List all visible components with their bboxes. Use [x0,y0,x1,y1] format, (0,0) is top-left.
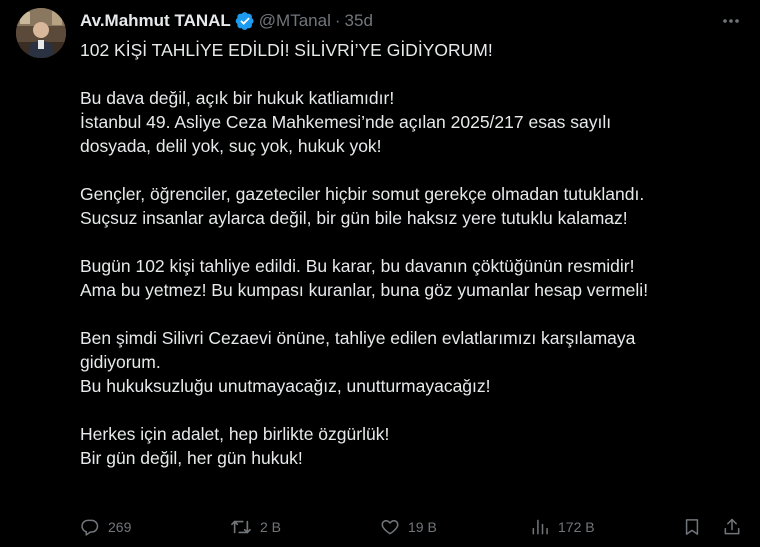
paragraph: Ben şimdi Silivri Cezaevi önüne, tahliye… [80,326,748,398]
paragraph: 102 KİŞİ TAHLİYE EDİLDİ! SİLİVRİ’YE GİDİ… [80,38,748,62]
text-line: 102 KİŞİ TAHLİYE EDİLDİ! SİLİVRİ’YE GİDİ… [80,40,493,60]
repost-icon [230,517,252,537]
avatar[interactable] [16,8,66,58]
more-options-icon[interactable] [718,8,744,34]
heart-icon [380,517,400,537]
verified-badge-icon[interactable] [235,11,255,31]
repost-button[interactable]: 2 B [230,514,281,540]
text-line: dosyada, delil yok, suç yok, hukuk yok! [80,136,382,156]
text-line: gidiyorum. [80,352,161,372]
text-line: Suçsuz insanlar aylarca değil, bir gün b… [80,208,628,228]
bookmark-icon [682,517,702,537]
views-icon [530,517,550,537]
paragraph: Gençler, öğrenciler, gazeteciler hiçbir … [80,182,748,230]
like-count: 19 B [408,519,437,535]
text-line: Ben şimdi Silivri Cezaevi önüne, tahliye… [80,328,636,348]
text-line: Bu hukuksuzluğu unutmayacağız, unutturma… [80,376,491,396]
separator-dot: · [334,11,341,30]
handle[interactable]: @MTanal [259,11,331,31]
action-bar: 269 2 B 19 B 172 B [80,514,748,540]
paragraph: Bu dava değil, açık bir hukuk katliamıdı… [80,86,748,158]
text-line: İstanbul 49. Asliye Ceza Mahkemesi’nde a… [80,112,612,132]
repost-count: 2 B [260,519,282,535]
reply-icon [80,517,100,537]
reply-count: 269 [108,519,132,535]
text-line: Bir gün değil, her gün hukuk! [80,448,303,468]
paragraph: Herkes için adalet, hep birlikte özgürlü… [80,422,748,470]
views-count: 172 B [558,519,595,535]
share-icon [722,517,742,537]
text-line: Bugün 102 kişi tahliye edildi. Bu karar,… [80,256,635,276]
bookmark-button[interactable] [682,514,702,540]
display-name[interactable]: Av.Mahmut TANAL [80,11,231,31]
text-line: Bu dava değil, açık bir hukuk katliamıdı… [80,88,395,108]
like-button[interactable]: 19 B [380,514,437,540]
paragraph: Bugün 102 kişi tahliye edildi. Bu karar,… [80,254,748,302]
share-button[interactable] [722,514,742,540]
timestamp[interactable]: 35d [345,11,373,31]
tweet-text: 102 KİŞİ TAHLİYE EDİLDİ! SİLİVRİ’YE GİDİ… [80,38,748,494]
tweet-header: Av.Mahmut TANAL @MTanal · 35d [80,9,373,33]
views-button[interactable]: 172 B [530,514,595,540]
text-line: Gençler, öğrenciler, gazeteciler hiçbir … [80,184,645,204]
reply-button[interactable]: 269 [80,514,131,540]
tweet[interactable]: Av.Mahmut TANAL @MTanal · 35d 102 KİŞİ T… [0,0,760,547]
text-line: Ama bu yetmez! Bu kumpası kuranlar, buna… [80,280,649,300]
text-line: Herkes için adalet, hep birlikte özgürlü… [80,424,390,444]
